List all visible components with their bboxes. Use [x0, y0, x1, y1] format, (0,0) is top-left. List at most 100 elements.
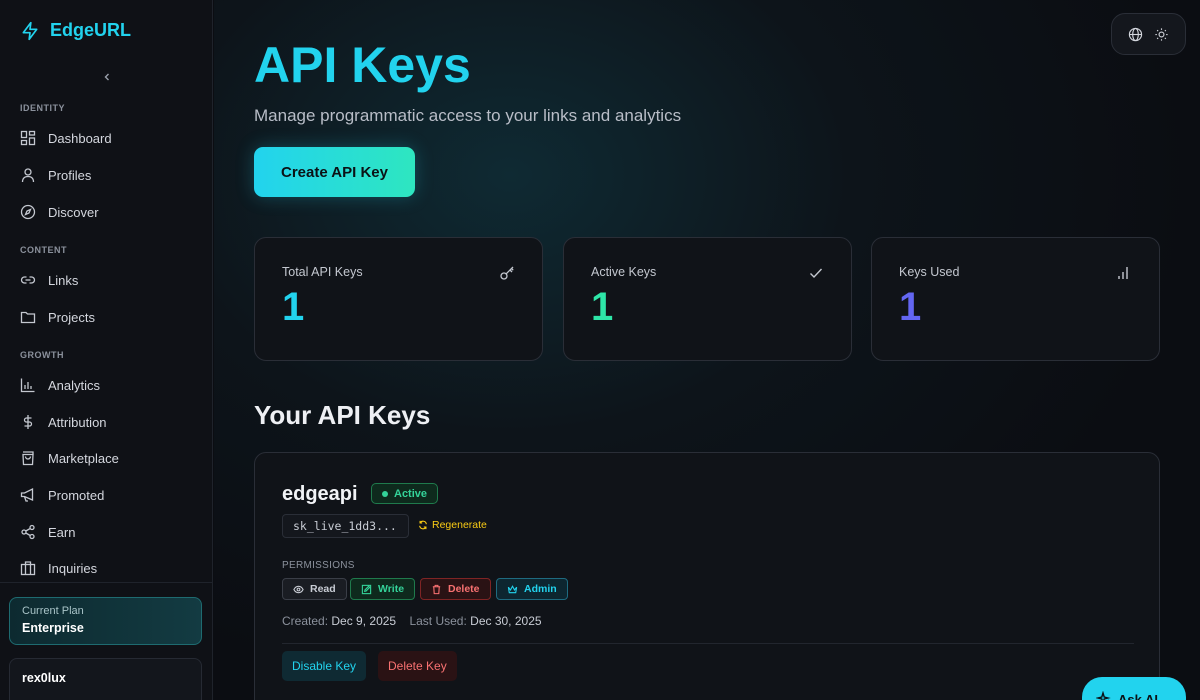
- delete-key-button[interactable]: Delete Key: [378, 651, 457, 681]
- stat-label: Keys Used: [899, 265, 960, 279]
- crown-icon: [507, 584, 518, 593]
- collapse-sidebar-button[interactable]: [98, 68, 116, 86]
- permissions-label: PERMISSIONS: [282, 560, 355, 571]
- plan-name: Enterprise: [22, 621, 84, 635]
- sidebar-item-label: Inquiries: [48, 560, 98, 576]
- user-name: rex0lux: [22, 671, 66, 685]
- sidebar-item-label: Projects: [48, 309, 95, 325]
- sidebar-item-label: Dashboard: [48, 130, 112, 146]
- sun-icon[interactable]: [1154, 27, 1169, 42]
- section-title-your-api-keys: Your API Keys: [254, 400, 431, 430]
- signal-bars-icon: [1118, 267, 1128, 279]
- permission-label: Write: [378, 583, 405, 595]
- ask-ai-label: Ask AI: [1118, 691, 1158, 700]
- status-text: Active: [394, 487, 428, 500]
- section-label-identity: IDENTITY: [20, 103, 66, 113]
- share-icon: [21, 524, 35, 540]
- edit-icon: [361, 584, 372, 594]
- page-subtitle: Manage programmatic access to your links…: [254, 106, 682, 125]
- dollar-icon: [23, 415, 33, 429]
- create-api-key-button[interactable]: Create API Key: [254, 147, 415, 197]
- sidebar-item-marketplace[interactable]: Marketplace: [20, 446, 200, 470]
- sidebar-item-label: Links: [48, 272, 79, 288]
- lightning-icon: [22, 21, 38, 40]
- permission-label: Admin: [524, 583, 557, 595]
- permission-delete-badge: Delete: [420, 578, 491, 600]
- stat-card-total-keys: Total API Keys 1: [254, 237, 543, 361]
- check-icon: [810, 268, 823, 279]
- sidebar-item-dashboard[interactable]: Dashboard: [20, 126, 200, 150]
- sidebar-item-inquiries[interactable]: Inquiries: [20, 556, 200, 580]
- current-plan-card[interactable]: Current Plan Enterprise: [9, 597, 202, 645]
- sidebar-divider: [0, 582, 213, 583]
- stat-value: 1: [282, 285, 305, 329]
- disable-key-button[interactable]: Disable Key: [282, 651, 367, 681]
- sidebar-item-label: Promoted: [48, 487, 105, 503]
- key-icon: [500, 266, 514, 280]
- stat-label: Total API Keys: [282, 265, 363, 279]
- regenerate-button[interactable]: Regenerate: [418, 519, 487, 531]
- briefcase-icon: [20, 561, 36, 576]
- user-card[interactable]: rex0lux: [9, 658, 202, 700]
- api-key-value[interactable]: sk_live_1dd3...: [282, 514, 409, 538]
- globe-icon[interactable]: [1128, 27, 1143, 42]
- sparkles-icon: [1096, 691, 1111, 700]
- trash-icon: [432, 584, 441, 594]
- sidebar-item-promoted[interactable]: Promoted: [20, 483, 200, 507]
- sidebar-item-label: Attribution: [48, 414, 107, 430]
- link-icon: [20, 276, 36, 284]
- sidebar-item-label: Discover: [48, 204, 99, 220]
- compass-icon: [20, 204, 36, 220]
- section-label-content: CONTENT: [20, 245, 67, 255]
- stat-label: Active Keys: [591, 265, 657, 279]
- status-badge: Active: [371, 483, 439, 504]
- permission-label: Read: [310, 583, 336, 595]
- chevron-left-icon: [104, 73, 109, 81]
- ask-ai-button[interactable]: Ask AI: [1082, 677, 1186, 700]
- api-key-name: edgeapi: [282, 483, 358, 505]
- sidebar-item-discover[interactable]: Discover: [20, 200, 200, 224]
- sidebar-item-label: Analytics: [48, 377, 101, 393]
- eye-icon: [293, 585, 304, 593]
- sidebar-item-earn[interactable]: Earn: [20, 520, 200, 544]
- sidebar: EdgeURL IDENTITY Dashboard Profiles Disc…: [0, 0, 213, 700]
- permission-write-badge: Write: [350, 578, 416, 600]
- sidebar-item-projects[interactable]: Projects: [20, 305, 200, 329]
- sidebar-item-profiles[interactable]: Profiles: [20, 163, 200, 187]
- bar-chart-icon: [20, 378, 35, 393]
- created-label: Created:: [282, 614, 329, 628]
- stat-value: 1: [899, 285, 922, 329]
- sidebar-item-analytics[interactable]: Analytics: [20, 373, 200, 397]
- sidebar-item-links[interactable]: Links: [20, 268, 200, 292]
- last-used-date: Dec 30, 2025: [470, 614, 542, 628]
- folder-icon: [20, 311, 36, 324]
- dashboard-icon: [20, 130, 36, 146]
- user-icon: [21, 168, 35, 183]
- main-content: API Keys Manage programmatic access to y…: [214, 0, 1200, 700]
- brand-name: EdgeURL: [50, 20, 131, 40]
- regenerate-label: Regenerate: [432, 519, 487, 531]
- page-title: API Keys: [254, 37, 471, 93]
- api-key-card: edgeapi Active sk_live_1dd3... Regenerat…: [254, 452, 1160, 700]
- last-used-label: Last Used:: [409, 614, 467, 628]
- permission-label: Delete: [448, 583, 480, 595]
- permission-admin-badge: Admin: [496, 578, 568, 600]
- sidebar-item-attribution[interactable]: Attribution: [20, 410, 200, 434]
- stat-card-active-keys: Active Keys 1: [563, 237, 852, 361]
- refresh-icon: [419, 520, 427, 530]
- status-dot: [382, 490, 388, 497]
- card-divider: [282, 643, 1134, 644]
- sidebar-item-label: Earn: [48, 524, 76, 540]
- stat-card-keys-used: Keys Used 1: [871, 237, 1160, 361]
- section-label-growth: GROWTH: [20, 350, 64, 360]
- shopping-bag-icon: [22, 451, 34, 466]
- created-date: Dec 9, 2025: [331, 614, 397, 628]
- brand[interactable]: EdgeURL: [20, 20, 131, 41]
- sidebar-item-label: Profiles: [48, 167, 92, 183]
- key-meta: Created: Dec 9, 2025 Last Used: Dec 30, …: [282, 614, 542, 628]
- plan-label: Current Plan: [22, 605, 84, 617]
- megaphone-icon: [20, 487, 34, 502]
- permission-read-badge: Read: [282, 578, 347, 600]
- sidebar-item-label: Marketplace: [48, 450, 119, 466]
- stat-value: 1: [591, 285, 614, 329]
